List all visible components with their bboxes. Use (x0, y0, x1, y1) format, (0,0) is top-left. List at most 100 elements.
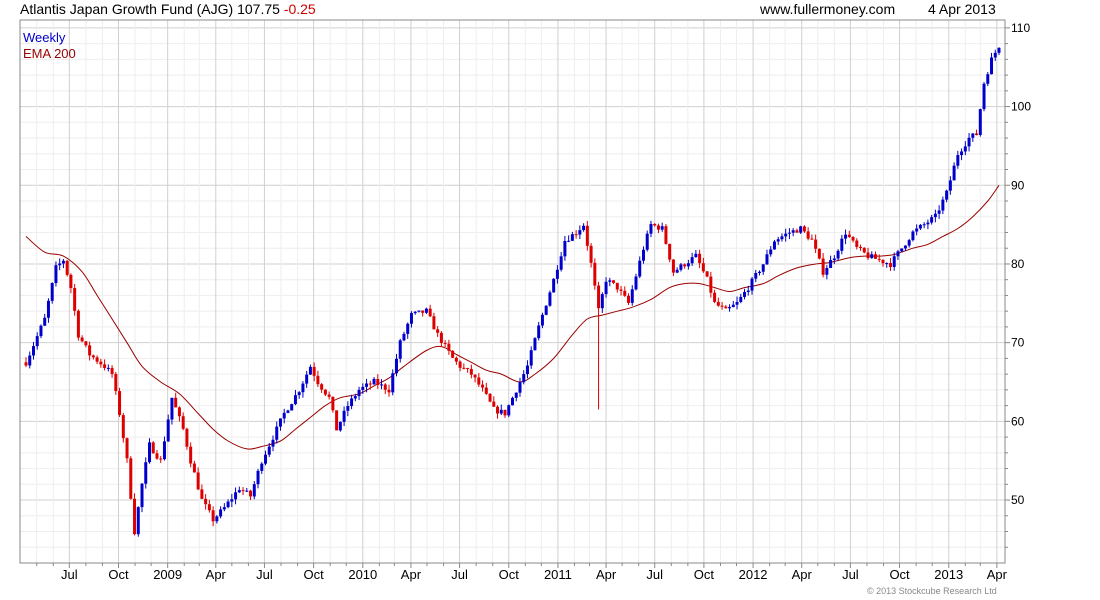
price-bar (338, 421, 342, 432)
price-bar (43, 313, 47, 327)
price-bar (754, 269, 758, 283)
price-bar (462, 363, 466, 370)
price-bar (975, 129, 979, 136)
price-bar (170, 397, 174, 425)
price-bar (776, 236, 780, 245)
price-bar (46, 298, 50, 323)
price-bar (810, 234, 814, 240)
price-bar (245, 488, 249, 492)
price-bar (656, 223, 660, 234)
price-bar (204, 494, 208, 510)
price-bar (65, 259, 69, 277)
price-bar (840, 234, 844, 255)
price-bar (877, 254, 881, 263)
price-bar (293, 389, 297, 406)
x-tick-label: Oct (889, 567, 910, 582)
price-bar (118, 387, 122, 417)
price-bar (162, 436, 166, 461)
y-tick-label: 80 (1011, 257, 1025, 271)
x-tick-label: Oct (108, 567, 129, 582)
price-bar (421, 310, 425, 317)
price-bar (945, 189, 949, 203)
price-bar (136, 506, 140, 537)
price-bar (76, 309, 80, 341)
price-bar (271, 435, 275, 452)
price-bar (488, 393, 492, 403)
price-bar (918, 223, 922, 231)
x-tick-label: 2012 (739, 567, 768, 582)
price-bar (705, 271, 709, 278)
x-tick-label: Apr (401, 567, 422, 582)
price-bar (563, 235, 567, 261)
price-bar (780, 233, 784, 242)
y-tick-label: 60 (1011, 414, 1025, 428)
price-bar (911, 230, 915, 242)
price-bar (585, 220, 589, 251)
price-bar (990, 52, 994, 75)
price-bar (297, 391, 301, 399)
price-bar (252, 481, 256, 500)
price-bar (432, 312, 436, 330)
price-bar (192, 460, 196, 473)
price-bar (275, 421, 279, 444)
price-bar (99, 358, 103, 368)
price-bar (241, 487, 245, 496)
price-bar (716, 297, 720, 307)
price-bar (219, 506, 223, 519)
price-bar (514, 392, 518, 402)
price-bar (548, 290, 552, 307)
x-tick-label: Jul (842, 567, 859, 582)
x-tick-label: Apr (206, 567, 227, 582)
price-bar (507, 404, 511, 418)
price-bar (200, 484, 204, 500)
price-bar (402, 331, 406, 342)
price-bar (529, 346, 533, 369)
price-bar (350, 394, 354, 410)
price-bar (743, 288, 747, 300)
price-bar (249, 489, 253, 501)
y-tick-label: 90 (1011, 178, 1025, 192)
price-bar (39, 324, 43, 339)
price-bar (795, 228, 799, 233)
price-bar (323, 389, 327, 397)
price-bar (604, 277, 608, 298)
x-tick-label: Apr (987, 567, 1008, 582)
x-tick-label: 2010 (348, 567, 377, 582)
price-bar (155, 449, 159, 460)
price-bar (305, 370, 309, 388)
price-bar (398, 338, 402, 363)
price-bar (189, 442, 193, 468)
price-bar (80, 335, 84, 343)
price-bar (230, 493, 234, 508)
price-bar (641, 246, 645, 264)
price-bar (724, 304, 728, 309)
price-bar (518, 377, 522, 397)
price-bar (312, 362, 316, 382)
price-bar (844, 229, 848, 245)
price-bar (260, 462, 264, 474)
price-bar (664, 223, 668, 245)
price-bar (469, 364, 473, 379)
price-bar (110, 365, 114, 378)
price-bar (986, 72, 990, 87)
price-bar (971, 133, 975, 142)
price-bar (454, 356, 458, 365)
price-bar (765, 249, 769, 265)
price-bar (802, 225, 806, 233)
price-bar (174, 392, 178, 408)
price-bar (600, 292, 604, 313)
price-bar (922, 222, 926, 229)
price-bar (761, 264, 765, 275)
price-bar (870, 251, 874, 259)
price-bar (728, 304, 732, 312)
price-bar (896, 249, 900, 260)
price-bar (409, 311, 413, 328)
y-tick-label: 100 (1011, 100, 1031, 114)
price-bar (443, 340, 447, 347)
price-bar (308, 364, 312, 375)
x-tick-label: Jul (61, 567, 78, 582)
price-bar (952, 162, 956, 181)
price-bar (982, 82, 986, 112)
price-bar (222, 503, 226, 512)
price-bar (701, 257, 705, 273)
